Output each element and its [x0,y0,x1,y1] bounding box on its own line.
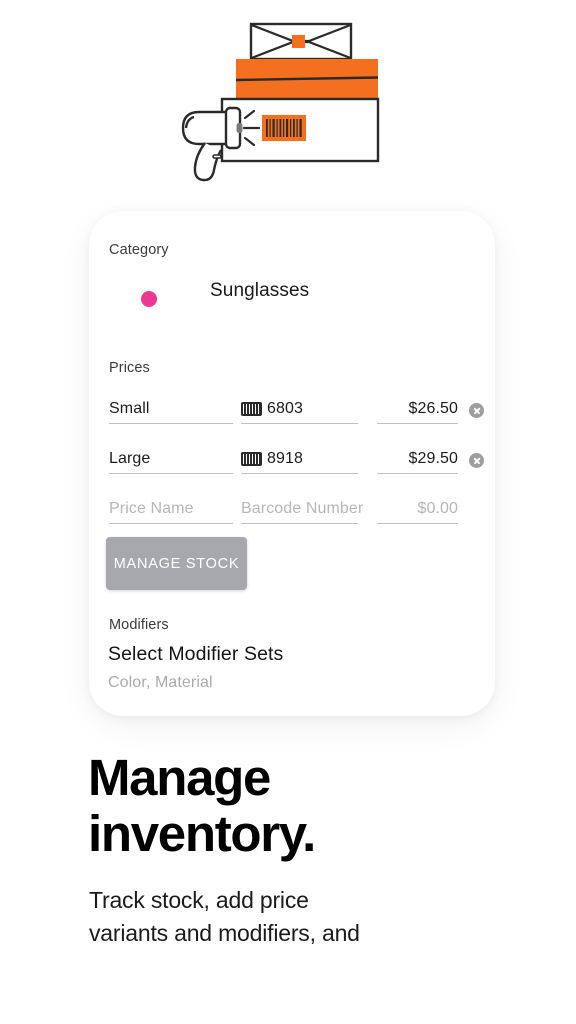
category-row[interactable]: Sunglasses [89,280,495,314]
category-section-label: Category [109,242,169,258]
price-name-placeholder: Price Name [109,500,194,517]
price-name-input[interactable]: Price Name [109,495,233,524]
price-amount-input[interactable]: $26.50 [377,395,458,424]
close-icon[interactable] [469,403,484,418]
envelope-box-lid-icon [249,22,353,61]
white-box-icon [220,97,380,163]
barcode-scanner-icon [181,106,242,182]
price-barcode-value: 8918 [267,450,303,467]
price-barcode-input[interactable]: Barcode Number [241,495,363,524]
subcopy-line-2: variants and modifiers, and [89,920,360,946]
price-amount-value: $26.50 [408,400,458,417]
price-amount-placeholder: $0.00 [417,500,458,517]
price-name-value: Large [109,450,151,467]
price-amount-value: $29.50 [408,450,458,467]
price-amount-input[interactable]: $0.00 [377,495,458,524]
price-name-input[interactable]: Small [109,395,233,424]
select-modifier-sets-button[interactable]: Select Modifier Sets [108,643,283,666]
price-name-value: Small [109,400,150,417]
orange-box-icon [235,59,379,99]
headline-line-1: Manage [88,749,271,806]
page-title: Manage inventory. [88,750,518,862]
price-barcode-input[interactable]: 6803 [241,395,358,424]
category-value[interactable]: Sunglasses [210,280,309,302]
product-detail-card: Category Sunglasses Prices Small 6803 $2… [89,211,495,716]
barcode-icon [241,402,262,416]
table-row: Price Name Barcode Number $0.00 [89,492,495,524]
manage-stock-button[interactable]: MANAGE STOCK [106,537,247,590]
modifier-sets-value: Color, Material [108,674,213,691]
category-color-dot [141,291,157,307]
modifiers-section-label: Modifiers [109,617,169,633]
barcode-icon [241,452,262,466]
inventory-scanner-boxes-illustration [0,0,576,200]
table-row: Small 6803 $26.50 [89,392,495,424]
page-subtitle: Track stock, add price variants and modi… [89,884,489,950]
price-barcode-input[interactable]: 8918 [241,445,358,474]
table-row: Large 8918 $29.50 [89,442,495,474]
price-barcode-placeholder: Barcode Number [241,500,364,517]
prices-section-label: Prices [109,360,150,376]
headline-line-2: inventory. [88,805,316,862]
app-screen: Category Sunglasses Prices Small 6803 $2… [0,0,576,1024]
price-name-input[interactable]: Large [109,445,233,474]
price-barcode-value: 6803 [267,400,303,417]
subcopy-line-1: Track stock, add price [89,887,309,913]
price-amount-input[interactable]: $29.50 [377,445,458,474]
close-icon[interactable] [469,453,484,468]
